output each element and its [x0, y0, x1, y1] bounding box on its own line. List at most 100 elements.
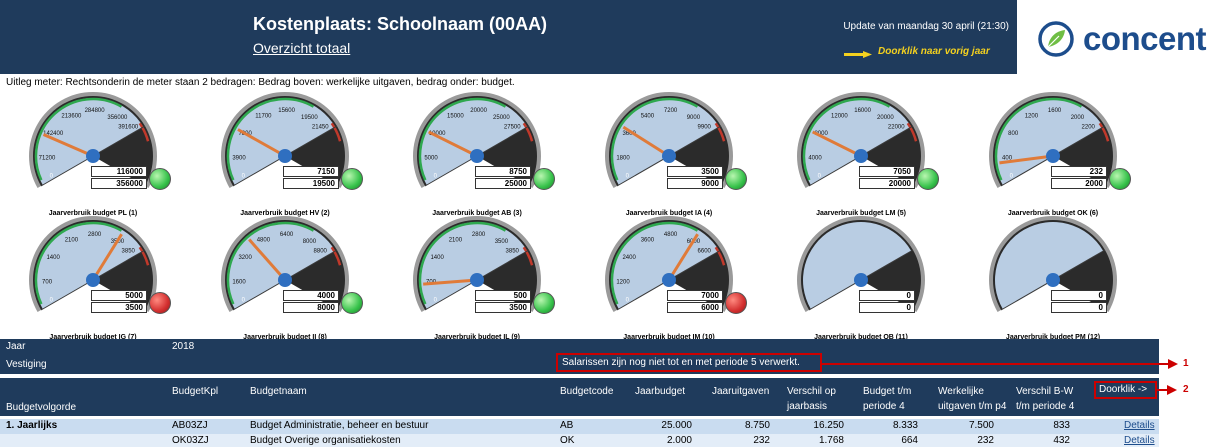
gauge-tick-label: 6600: [698, 248, 712, 254]
gauge-tick-label: 1800: [616, 156, 630, 162]
gauge-budget-value: 20000: [859, 178, 915, 189]
callout-arrow-1-icon: [1168, 359, 1178, 369]
gauge-actual-value: 0: [1051, 290, 1107, 301]
meter-explanation: Uitleg meter: Rechtsonderin de meter sta…: [6, 77, 515, 88]
gauge-budget-value: 6000: [667, 302, 723, 313]
cell-kpl: AB03ZJ: [172, 420, 208, 431]
details-link[interactable]: Details: [1124, 435, 1155, 446]
status-light-icon: [533, 168, 555, 190]
callout-number-2: 2: [1183, 384, 1189, 395]
logo-text: concent: [1083, 20, 1207, 57]
gauge-budget-value: 0: [859, 302, 915, 313]
status-light-icon: [149, 168, 171, 190]
gauge-tick-label: 20000: [877, 115, 894, 121]
cell-jaarbudget: 2.000: [666, 435, 692, 446]
cell-werkelijk: 232: [977, 435, 994, 446]
gauge-hub: [854, 273, 868, 287]
gauge-hub: [86, 273, 100, 287]
gauge-dial: [989, 216, 1117, 312]
callout-number-1: 1: [1183, 358, 1189, 369]
details-link[interactable]: Details: [1124, 420, 1155, 431]
cell-naam: Budget Administratie, beheer en bestuur: [250, 420, 429, 431]
status-light-icon: [1109, 168, 1131, 190]
cell-naam: Budget Overige organisatiekosten: [250, 435, 401, 446]
gauge-tick-label: 213600: [61, 113, 82, 119]
gauge-tick-label: 2100: [65, 237, 79, 243]
concent-logo: concent: [1037, 18, 1207, 60]
year-value: 2018: [172, 341, 195, 352]
gauge-tick-label: 4800: [664, 232, 678, 238]
col-budgetcode: Budgetcode: [560, 386, 614, 397]
gauge-dial: 050001000015000200002500027500: [413, 92, 541, 188]
gauge-tick-label: 15600: [278, 108, 295, 114]
gauge-actual-value: 7050: [859, 166, 915, 177]
gauge-tick-label: 284800: [85, 108, 106, 114]
gauge-budget-value: 8000: [283, 302, 339, 313]
gauge-tick-label: 20000: [470, 108, 487, 114]
gauge-dial: 071200142400213600284800356000391600: [29, 92, 157, 188]
budget-gauge: 012002400360048006000660070006000Jaarver…: [584, 216, 754, 344]
gauge-actual-value: 5000: [91, 290, 147, 301]
gauge-dial: 0120024003600480060006600: [605, 216, 733, 312]
gauge-tick-label: 3850: [122, 248, 136, 254]
page-title: Kostenplaats: Schoolnaam (00AA): [253, 14, 548, 34]
doorklik-header-button[interactable]: Doorklik ->: [1094, 381, 1157, 399]
cell-verschil: 16.250: [813, 420, 844, 431]
budget-gauge: 0 1800 3600 5400 7200 9000 9900 3500 9000 Jaarver…: [584, 92, 754, 220]
budget-gauge: 0700140021002800350038505003500Jaarverbr…: [392, 216, 562, 344]
overview-link[interactable]: Overzicht totaal: [253, 40, 350, 56]
gauge-tick-label: 22000: [888, 124, 905, 130]
gauge-actual-value: 7150: [283, 166, 339, 177]
table-row: 1. Jaarlijks AB03ZJ Budget Administratie…: [0, 419, 1159, 434]
status-light-icon: [341, 292, 363, 314]
gauge-tick-label: 21450: [312, 124, 329, 130]
cell-budget-tm: 664: [901, 435, 918, 446]
previous-year-link[interactable]: Doorklik naar vorig jaar: [878, 46, 990, 57]
gauge-tick-label: 1200: [616, 280, 630, 286]
gauge-budget-value: 356000: [91, 178, 147, 189]
gauge-hub: [470, 273, 484, 287]
year-label: Jaar: [6, 341, 26, 352]
budget-gauge: 03900780011700156001950021450715019500Ja…: [200, 92, 370, 220]
callout-arrow-2-icon: [1167, 385, 1177, 395]
gauge-dial: 070014002100280035003850: [29, 216, 157, 312]
col-budget-tm-line2: periode 4: [863, 401, 905, 412]
gauge-tick-label: 2800: [88, 232, 102, 238]
gauge-hub: [1046, 149, 1060, 163]
gauge-tick-label: 1200: [1025, 113, 1039, 119]
gauge-hub: [470, 149, 484, 163]
gauge-tick-label: 5000: [424, 156, 438, 162]
cell-jaaruitgaven: 8.750: [744, 420, 770, 431]
budget-gauge: 0 0 Jaarverbruik budget PM (12): [968, 216, 1138, 344]
gauge-actual-value: 500: [475, 290, 531, 301]
gauge-tick-label: 11700: [255, 113, 272, 119]
gauge-actual-value: 4000: [283, 290, 339, 301]
cell-kpl: OK03ZJ: [172, 435, 209, 446]
update-timestamp: Update van maandag 30 april (21:30): [843, 21, 1009, 32]
gauge-tick-label: 27500: [504, 124, 521, 130]
gauge-tick-label: 6400: [280, 232, 294, 238]
gauge-tick-label: 1400: [46, 255, 60, 261]
status-light-icon: [149, 292, 171, 314]
col-verschil-bw-line2: t/m periode 4: [1016, 401, 1075, 412]
status-light-icon: [725, 292, 747, 314]
budget-gauge: 0 71200 142400 213600 284800 356000 391600 1160…: [8, 92, 178, 220]
cell-budget-tm: 8.333: [892, 420, 918, 431]
gauge-tick-label: 3200: [238, 255, 252, 261]
gauge-tick-label: 391600: [118, 124, 139, 130]
gauge-actual-value: 7000: [667, 290, 723, 301]
gauge-budget-value: 9000: [667, 178, 723, 189]
cell-verschil-bw: 833: [1053, 420, 1070, 431]
gauge-tick-label: 2000: [1071, 115, 1085, 121]
gauge-tick-label: 3850: [506, 248, 520, 254]
status-light-icon: [533, 292, 555, 314]
gauge-dial: 04000800012000160002000022000: [797, 92, 925, 188]
col-budget-tm-line1: Budget t/m: [863, 386, 912, 397]
gauge-budget-value: 2000: [1051, 178, 1107, 189]
gauge-tick-label: 9900: [698, 124, 712, 130]
col-jaarbudget: Jaarbudget: [635, 386, 686, 397]
col-budgetkpl: BudgetKpl: [172, 386, 219, 397]
gauge-dial: 0160032004800640080008800: [221, 216, 349, 312]
gauge-tick-label: 2100: [449, 237, 463, 243]
gauge-hub: [854, 149, 868, 163]
